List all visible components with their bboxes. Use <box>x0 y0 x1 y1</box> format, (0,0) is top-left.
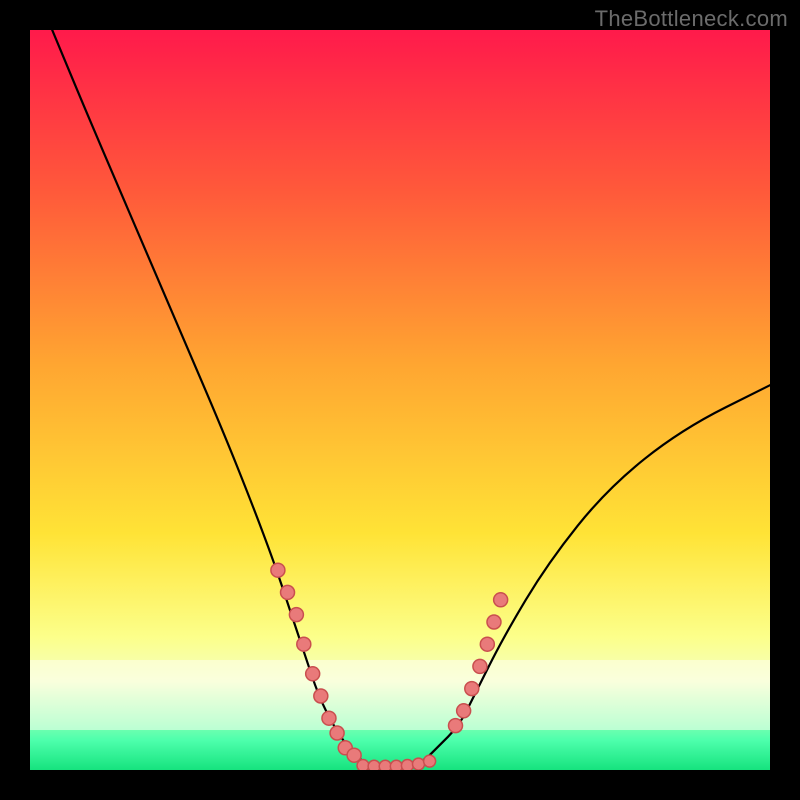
data-point <box>473 659 487 673</box>
plot-area <box>30 30 770 770</box>
data-point <box>281 585 295 599</box>
data-point <box>368 760 380 770</box>
left-cluster-dots <box>271 563 361 762</box>
data-point <box>401 760 413 770</box>
data-point <box>480 637 494 651</box>
data-point <box>465 682 479 696</box>
trough-cluster-dots <box>357 755 436 770</box>
data-point <box>330 726 344 740</box>
data-point <box>424 755 436 767</box>
watermark-label: TheBottleneck.com <box>595 6 788 32</box>
chart-svg <box>30 30 770 770</box>
data-point <box>271 563 285 577</box>
data-point <box>379 760 391 770</box>
data-point <box>297 637 311 651</box>
right-cluster-dots <box>449 593 508 733</box>
data-point <box>314 689 328 703</box>
data-point <box>457 704 471 718</box>
data-point <box>322 711 336 725</box>
data-point <box>306 667 320 681</box>
data-point <box>494 593 508 607</box>
data-point <box>390 760 402 770</box>
data-point <box>449 719 463 733</box>
data-point <box>289 608 303 622</box>
chart-stage: TheBottleneck.com <box>0 0 800 800</box>
data-point <box>413 758 425 770</box>
bottleneck-curve <box>52 30 770 766</box>
data-point <box>487 615 501 629</box>
data-point <box>357 760 369 770</box>
data-point <box>347 748 361 762</box>
